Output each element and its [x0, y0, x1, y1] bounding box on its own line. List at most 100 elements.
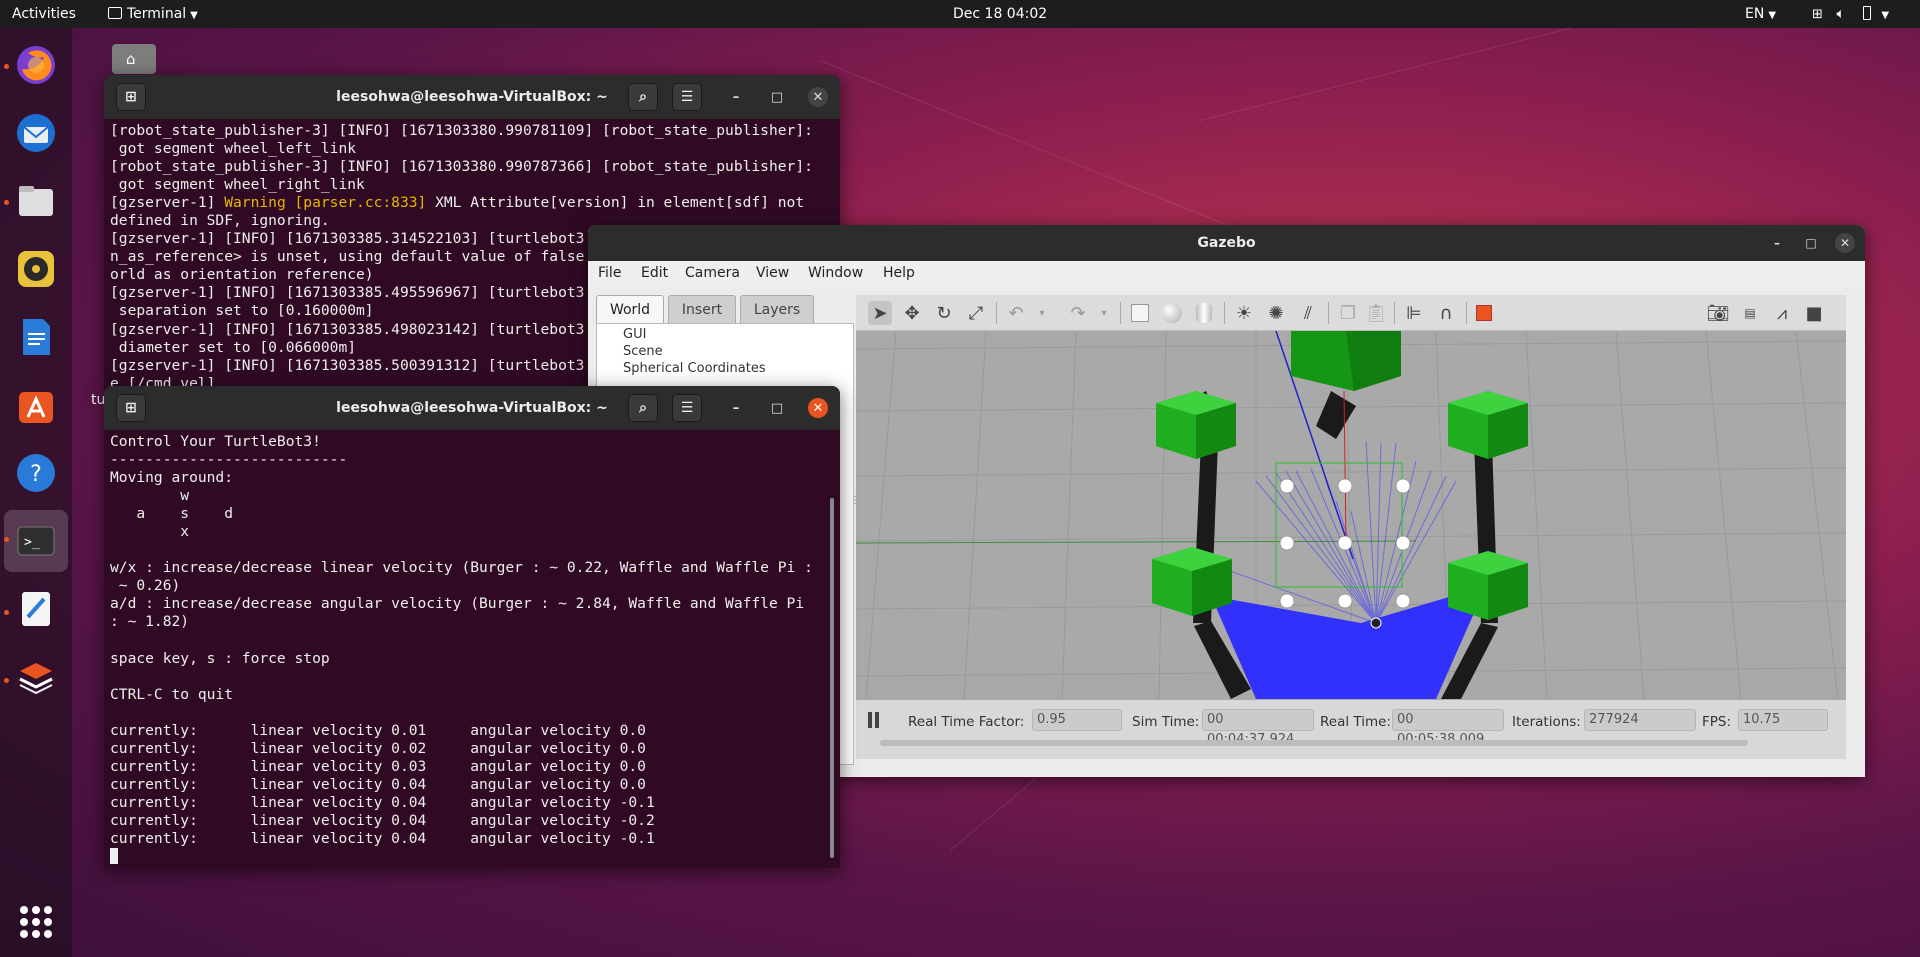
tree-item-scene[interactable]: Scene	[623, 344, 663, 359]
hamburger-icon: ☰	[680, 400, 694, 416]
3d-scene-viewport[interactable]	[856, 331, 1846, 699]
log-icon[interactable]: ▤	[1738, 301, 1762, 325]
software-center-icon[interactable]	[11, 380, 61, 430]
iterations-value: 277924	[1584, 709, 1696, 731]
text-cursor	[110, 848, 118, 865]
terminal-header[interactable]: leesohwa@leesohwa-VirtualBox: ~ ⊞ ⌕ ☰ – …	[104, 386, 840, 430]
tree-item-gui[interactable]: GUI	[623, 327, 646, 342]
iterations-label: Iterations:	[1512, 714, 1581, 730]
video-record-icon[interactable]: ■	[1802, 301, 1826, 325]
sphere-shape-icon[interactable]	[1160, 301, 1184, 325]
select-mode-icon[interactable]: ➤	[868, 301, 892, 325]
running-indicator	[4, 610, 9, 615]
redo-icon[interactable]: ↷	[1066, 301, 1090, 325]
point-light-icon[interactable]: ☀	[1232, 301, 1256, 325]
close-button[interactable]: ✕	[808, 87, 828, 107]
rhythmbox-icon[interactable]	[11, 244, 61, 294]
libreoffice-writer-icon[interactable]	[11, 312, 61, 362]
show-applications-icon[interactable]	[20, 906, 52, 938]
maximize-button[interactable]: □	[767, 87, 787, 107]
screenshot-icon[interactable]: 📷︎	[1706, 301, 1730, 325]
horizontal-scrollbar[interactable]	[880, 740, 1748, 746]
clock[interactable]: Dec 18 04:02	[953, 0, 1047, 28]
top-bar: Activities Terminal ▼ Dec 18 04:02 EN ▼ ⊞ …	[0, 0, 1920, 28]
activities-button[interactable]: Activities	[12, 0, 76, 28]
running-indicator	[4, 537, 9, 542]
gazebo-title-bar[interactable]: Gazebo – □ ✕	[588, 225, 1865, 261]
battery-icon	[1862, 6, 1871, 20]
caret-down-icon: ▼	[190, 10, 198, 21]
line: got segment wheel_right_link	[110, 176, 365, 194]
caret-down-icon: ▼	[1881, 10, 1890, 21]
align-icon[interactable]: ⊫	[1402, 301, 1426, 325]
minimize-button[interactable]: –	[726, 87, 746, 107]
redo-dropdown-icon[interactable]: ▾	[1092, 301, 1116, 325]
menu-camera[interactable]: Camera	[685, 265, 740, 281]
line: got segment wheel_left_link	[110, 140, 357, 158]
directional-light-icon[interactable]: ⫽	[1296, 301, 1320, 325]
new-tab-button[interactable]: ⊞	[116, 83, 146, 111]
home-folder-icon[interactable]: ⌂	[112, 44, 156, 74]
box-shape-icon[interactable]	[1128, 301, 1152, 325]
menu-view[interactable]: View	[756, 265, 789, 281]
sim-status-bar: Real Time Factor: 0.95 Sim Time: 00 00:0…	[856, 699, 1846, 759]
sim-time-label: Sim Time:	[1132, 714, 1200, 730]
close-button[interactable]: ✕	[808, 398, 828, 418]
plot-icon[interactable]: ⩘	[1770, 301, 1794, 325]
real-time-factor-value: 0.95	[1032, 709, 1122, 731]
app-menu[interactable]: Terminal ▼	[108, 0, 198, 28]
firefox-icon[interactable]	[11, 40, 61, 90]
cylinder-shape-icon[interactable]	[1192, 301, 1216, 325]
search-button[interactable]: ⌕	[628, 83, 658, 111]
gazebo-title: Gazebo	[1197, 235, 1256, 251]
real-time-label: Real Time:	[1320, 714, 1391, 730]
menu-window[interactable]: Window	[808, 265, 863, 281]
menu-file[interactable]: File	[598, 265, 621, 281]
scene-render	[856, 331, 1846, 699]
view-angle-icon[interactable]	[1472, 301, 1496, 325]
scale-icon[interactable]: ⤢	[964, 301, 988, 325]
tab-world[interactable]: World	[596, 295, 664, 323]
snap-icon[interactable]: ∩	[1434, 301, 1458, 325]
install-icon[interactable]	[11, 652, 61, 702]
files-icon[interactable]	[11, 176, 61, 226]
terminal-small-icon	[108, 7, 122, 19]
language-indicator[interactable]: EN ▼	[1745, 0, 1776, 28]
terminal-window-front[interactable]: leesohwa@leesohwa-VirtualBox: ~ ⊞ ⌕ ☰ – …	[104, 386, 840, 868]
help-icon[interactable]: ?	[11, 448, 61, 498]
menu-help[interactable]: Help	[883, 265, 915, 281]
real-time-factor-label: Real Time Factor:	[908, 714, 1025, 730]
undo-dropdown-icon[interactable]: ▾	[1030, 301, 1054, 325]
pause-button[interactable]	[866, 712, 882, 728]
terminal-icon[interactable]: >_	[11, 516, 61, 566]
gazebo-menubar: File Edit Camera View Window Help	[588, 261, 1865, 287]
maximize-button[interactable]: □	[767, 398, 787, 418]
terminal-header[interactable]: leesohwa@leesohwa-VirtualBox: ~ ⊞ ⌕ ☰ – …	[104, 75, 840, 119]
running-indicator	[4, 200, 9, 205]
rotate-icon[interactable]: ↻	[932, 301, 956, 325]
menu-button[interactable]: ☰	[672, 83, 702, 111]
close-button[interactable]: ✕	[1835, 233, 1855, 253]
tab-layers[interactable]: Layers	[740, 295, 814, 323]
vertical-scrollbar[interactable]	[830, 498, 834, 858]
spot-light-icon[interactable]: ✺	[1264, 301, 1288, 325]
translate-icon[interactable]: ✥	[900, 301, 924, 325]
system-menu[interactable]: ⊞ 🔈︎ ▼	[1812, 0, 1889, 28]
tab-insert[interactable]: Insert	[668, 295, 736, 323]
minimize-button[interactable]: –	[726, 398, 746, 418]
paste-icon[interactable]: 📋︎	[1364, 301, 1388, 325]
fps-value: 10.75	[1738, 709, 1828, 731]
menu-button[interactable]: ☰	[672, 394, 702, 422]
search-button[interactable]: ⌕	[628, 394, 658, 422]
maximize-button[interactable]: □	[1801, 233, 1821, 253]
text-editor-icon[interactable]	[11, 584, 61, 634]
minimize-button[interactable]: –	[1767, 233, 1787, 253]
tree-item-spherical-coordinates[interactable]: Spherical Coordinates	[623, 361, 766, 376]
terminal-output[interactable]: Control Your TurtleBot3! ---------------…	[104, 430, 840, 868]
menu-edit[interactable]: Edit	[641, 265, 668, 281]
copy-icon[interactable]: ❐	[1336, 301, 1360, 325]
new-tab-button[interactable]: ⊞	[116, 394, 146, 422]
panel-splitter[interactable]: ⋮	[850, 495, 860, 525]
undo-icon[interactable]: ↶	[1004, 301, 1028, 325]
thunderbird-icon[interactable]	[11, 108, 61, 158]
